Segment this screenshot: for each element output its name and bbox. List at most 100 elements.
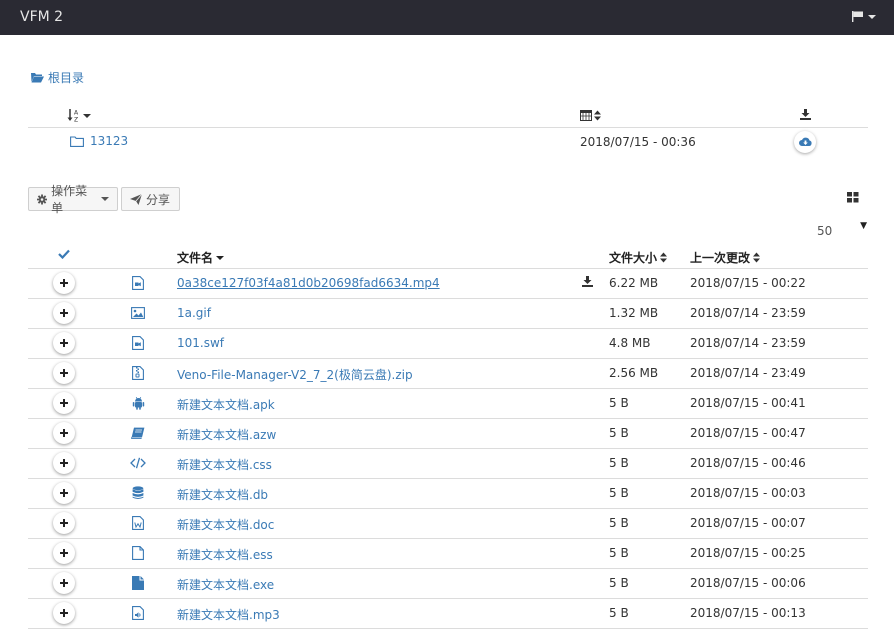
file-name-link[interactable]: 新建文本文档.exe — [177, 576, 274, 593]
folder-row: 13123 2018/07/15 - 00:36 — [28, 128, 868, 156]
col-date-label: 上一次更改 — [690, 251, 751, 265]
folder-sort-name[interactable]: A Z — [67, 109, 91, 122]
table-row: 新建文本文档.ess 5 B 2018/07/15 - 00:25 — [28, 538, 868, 568]
expand-row-button[interactable] — [53, 572, 75, 594]
folder-download-button[interactable] — [794, 131, 816, 153]
file-image-icon — [130, 305, 146, 321]
file-date: 2018/07/15 - 00:25 — [690, 546, 806, 560]
actions-menu-label: 操作菜单 — [51, 184, 88, 215]
expand-row-button[interactable] — [53, 392, 75, 414]
plus-icon — [59, 458, 69, 468]
file-word-icon — [130, 515, 146, 531]
sort-icon — [660, 252, 668, 263]
file-date: 2018/07/15 - 00:46 — [690, 456, 806, 470]
file-name-link[interactable]: 新建文本文档.db — [177, 486, 268, 503]
expand-row-button[interactable] — [53, 302, 75, 324]
download-icon — [800, 109, 811, 120]
breadcrumb-root: 根目录 — [48, 71, 85, 85]
plus-icon — [59, 578, 69, 588]
breadcrumb[interactable]: 根目录 — [31, 69, 84, 86]
sort-by-size[interactable]: 文件大小 — [609, 249, 668, 266]
plus-icon — [59, 398, 69, 408]
send-icon — [130, 193, 142, 205]
file-name-link[interactable]: 新建文本文档.doc — [177, 516, 274, 533]
grid-view-button[interactable] — [847, 192, 859, 206]
file-size: 5 B — [609, 516, 629, 530]
file-name-link[interactable]: 101.swf — [177, 336, 224, 350]
expand-row-button[interactable] — [53, 452, 75, 474]
plus-icon — [59, 548, 69, 558]
file-size: 5 B — [609, 456, 629, 470]
file-name-link[interactable]: 1a.gif — [177, 306, 211, 320]
file-size: 4.8 MB — [609, 336, 651, 350]
table-row: 1a.gif 1.32 MB 2018/07/14 - 23:59 — [28, 298, 868, 328]
file-solid-icon — [130, 575, 146, 591]
chevron-down-icon — [83, 113, 91, 118]
file-name-link[interactable]: Veno-File-Manager-V2_7_2(极简云盘).zip — [177, 366, 413, 383]
table-row: 新建文本文档.doc 5 B 2018/07/15 - 00:07 — [28, 508, 868, 538]
plus-icon — [59, 338, 69, 348]
file-size: 5 B — [609, 576, 629, 590]
plus-icon — [59, 368, 69, 378]
plus-icon — [59, 428, 69, 438]
per-page-select[interactable]: 50 ▼ — [817, 221, 867, 238]
table-row: 101.swf 4.8 MB 2018/07/14 - 23:59 — [28, 328, 868, 358]
select-all-checkbox[interactable] — [58, 249, 70, 259]
file-size: 5 B — [609, 486, 629, 500]
svg-text:Z: Z — [74, 117, 78, 123]
sort-by-name[interactable]: 文件名 — [177, 249, 225, 266]
database-icon — [130, 485, 146, 501]
file-download-button[interactable] — [582, 276, 593, 290]
file-date: 2018/07/14 - 23:59 — [690, 336, 806, 350]
sort-icon — [753, 252, 761, 263]
expand-row-button[interactable] — [53, 332, 75, 354]
file-date: 2018/07/15 - 00:47 — [690, 426, 806, 440]
expand-row-button[interactable] — [53, 542, 75, 564]
table-row: Veno-File-Manager-V2_7_2(极简云盘).zip 2.56 … — [28, 358, 868, 388]
table-row: 0a38ce127f03f4a81d0b20698fad6634.mp4 6.2… — [28, 268, 868, 298]
file-name-link[interactable]: 新建文本文档.apk — [177, 396, 275, 413]
sort-icon — [594, 110, 601, 120]
file-date: 2018/07/15 - 00:07 — [690, 516, 806, 530]
chevron-down-icon — [101, 197, 109, 201]
table-row: 新建文本文档.mp3 5 B 2018/07/15 - 00:13 — [28, 598, 868, 628]
expand-row-button[interactable] — [53, 272, 75, 294]
folder-link[interactable]: 13123 — [70, 134, 128, 148]
file-size: 5 B — [609, 546, 629, 560]
top-navbar: VFM 2 — [0, 0, 894, 35]
plus-icon — [59, 608, 69, 618]
folder-date: 2018/07/15 - 00:36 — [580, 135, 696, 149]
file-size: 2.56 MB — [609, 366, 659, 380]
expand-row-button[interactable] — [53, 512, 75, 534]
language-menu[interactable] — [852, 11, 876, 22]
folder-open-icon — [31, 73, 44, 83]
folder-name: 13123 — [90, 134, 129, 148]
table-row: 新建文本文档.css 5 B 2018/07/15 - 00:46 — [28, 448, 868, 478]
select-arrow-icon: ▼ — [860, 221, 867, 231]
sort-alpha-icon: A Z — [67, 109, 79, 123]
expand-row-button[interactable] — [53, 362, 75, 384]
file-name-link[interactable]: 新建文本文档.azw — [177, 426, 276, 443]
actions-menu-button[interactable]: 操作菜单 — [28, 184, 118, 215]
file-name-link[interactable]: 新建文本文档.css — [177, 456, 272, 473]
file-date: 2018/07/15 - 00:41 — [690, 396, 806, 410]
table-row: 新建文本文档.exe 5 B 2018/07/15 - 00:06 — [28, 568, 868, 598]
file-name-link[interactable]: 新建文本文档.ess — [177, 546, 273, 563]
code-icon — [130, 455, 146, 471]
sort-by-date[interactable]: 上一次更改 — [690, 249, 761, 266]
folder-download-header — [800, 109, 811, 120]
folder-sort-date[interactable] — [580, 109, 601, 121]
per-page-value: 50 — [817, 224, 833, 238]
expand-row-button[interactable] — [53, 482, 75, 504]
download-icon — [582, 276, 593, 290]
file-date: 2018/07/14 - 23:49 — [690, 366, 806, 380]
app-title[interactable]: VFM 2 — [20, 9, 63, 25]
expand-row-button[interactable] — [53, 602, 75, 624]
expand-row-button[interactable] — [53, 422, 75, 444]
android-icon — [130, 395, 146, 411]
share-button[interactable]: 分享 — [121, 187, 180, 211]
file-name-link[interactable]: 0a38ce127f03f4a81d0b20698fad6634.mp4 — [177, 276, 440, 290]
grid-icon — [847, 192, 859, 203]
file-name-link[interactable]: 新建文本文档.mp3 — [177, 606, 280, 623]
plus-icon — [59, 308, 69, 318]
